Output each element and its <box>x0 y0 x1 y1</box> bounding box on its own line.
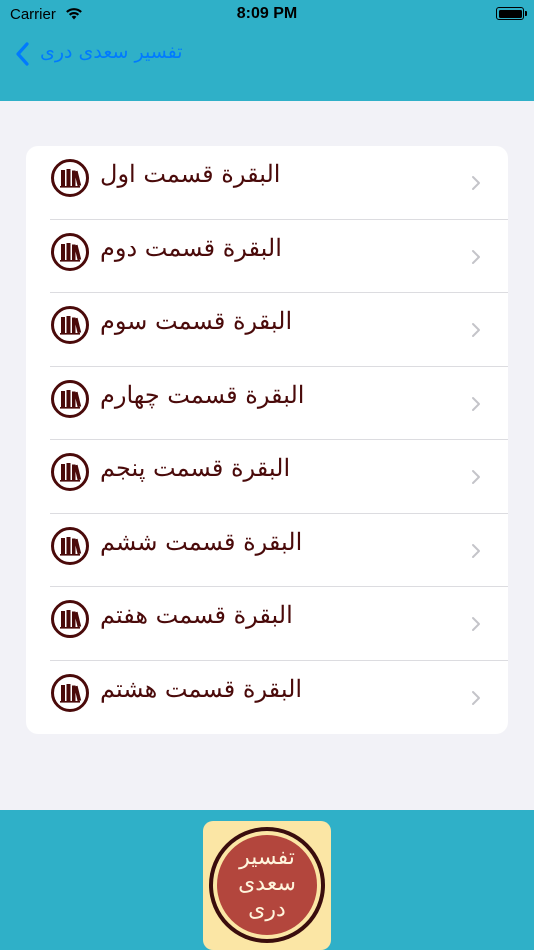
list-item[interactable]: البقرة قسمت هفتم <box>26 587 508 661</box>
list-item-label: البقرة قسمت ششم <box>100 527 303 556</box>
list-item-label: البقرة قسمت هفتم <box>100 601 293 629</box>
chevron-left-icon[interactable] <box>14 40 32 68</box>
books-icon <box>51 526 89 565</box>
books-icon <box>51 673 89 712</box>
books-icon <box>51 600 89 638</box>
bottom-bar: تفسیر سعدی دری <box>0 810 534 950</box>
list-item[interactable]: البقرة قسمت هشتم <box>26 661 508 735</box>
list-item[interactable]: البقرة قسمت دوم <box>26 220 508 293</box>
logo-text: تفسیر سعدی دری <box>217 845 317 923</box>
battery-icon <box>496 7 527 20</box>
status-bar: Carrier 8:09 PM <box>0 0 534 28</box>
chevron-right-icon <box>472 323 480 337</box>
top-bar: Carrier 8:09 PM تفسیر سعدی دری <box>0 0 534 101</box>
navigation-bar: تفسیر سعدی دری <box>0 28 534 82</box>
logo-line-3: دری <box>248 897 286 922</box>
list-item[interactable]: البقرة قسمت اول <box>26 146 508 220</box>
battery-fill <box>498 9 522 18</box>
list-item[interactable]: البقرة قسمت چهارم <box>26 367 508 440</box>
list-item-label: البقرة قسمت سوم <box>100 307 293 335</box>
list-item-label: البقرة قسمت دوم <box>100 233 282 262</box>
books-icon <box>51 379 89 418</box>
chevron-right-icon <box>472 176 480 190</box>
chapter-list: البقرة قسمت اول البقرة قسمت دوم البقرة قسم… <box>26 146 508 734</box>
list-item-label: البقرة قسمت پنجم <box>100 454 291 482</box>
chevron-right-icon <box>472 617 480 631</box>
chevron-right-icon <box>472 690 480 705</box>
books-icon <box>51 159 89 197</box>
list-item-label: البقرة قسمت هشتم <box>100 674 303 703</box>
list-item[interactable]: البقرة قسمت سوم <box>26 293 508 367</box>
books-icon <box>51 453 89 491</box>
chevron-right-icon <box>472 470 480 484</box>
books-icon <box>51 232 89 271</box>
books-icon <box>51 306 89 344</box>
list-item[interactable]: البقرة قسمت پنجم <box>26 440 508 514</box>
app-logo[interactable]: تفسیر سعدی دری <box>203 821 331 950</box>
list-item-label: البقرة قسمت چهارم <box>100 380 305 409</box>
chevron-right-icon <box>472 249 480 264</box>
list-item-label: البقرة قسمت اول <box>100 160 281 188</box>
list-item[interactable]: البقرة قسمت ششم <box>26 514 508 587</box>
logo-line-1: تفسیر <box>239 845 295 870</box>
chevron-right-icon <box>472 543 480 558</box>
status-time: 8:09 PM <box>236 5 298 22</box>
back-button-title[interactable]: تفسیر سعدی دری <box>40 41 183 63</box>
chevron-right-icon <box>472 396 480 411</box>
logo-line-2: سعدی <box>238 871 296 896</box>
